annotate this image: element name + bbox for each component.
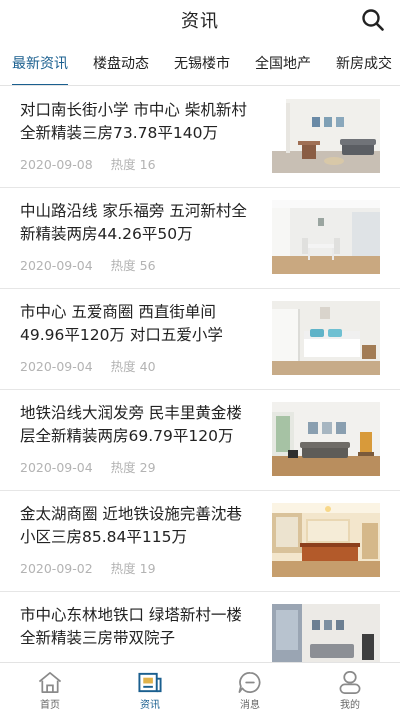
article-title: 地铁沿线大润发旁 民丰里黄金楼层全新精装两房69.79平120万 — [20, 404, 242, 445]
list-item[interactable]: 市中心 五爱商圈 西直街单间49.96平120万 对口五爱小学 2020-09-… — [0, 289, 400, 390]
tabbar-home[interactable]: 首页 — [0, 663, 100, 711]
page-title: 资讯 — [181, 11, 219, 32]
tab-national-realestate[interactable]: 全国地产 — [255, 42, 311, 85]
article-thumbnail — [272, 402, 380, 476]
heat-count: 56 — [139, 258, 156, 273]
profile-icon — [339, 671, 361, 694]
message-icon — [238, 672, 261, 693]
article-date: 2020-09-04 — [20, 460, 93, 475]
article-meta: 2020-09-02 热度 19 — [20, 558, 156, 577]
heat-label: 热度 — [110, 460, 136, 475]
article-meta: 2020-09-04 热度 40 — [20, 356, 156, 375]
tabbar-profile-label: 我的 — [340, 700, 360, 711]
heat-count: 40 — [139, 359, 156, 374]
article-thumbnail — [272, 301, 380, 375]
article-title: 中山路沿线 家乐福旁 五河新村全新精装两房44.26平50万 — [20, 202, 247, 243]
article-thumbnail — [272, 200, 380, 274]
tab-project-news[interactable]: 楼盘动态 — [93, 42, 149, 85]
article-thumbnail — [272, 99, 380, 173]
tabbar-news[interactable]: 资讯 — [100, 663, 200, 711]
bottom-tab-bar: 首页 资讯 消息 我的 — [0, 662, 400, 711]
tabbar-news-label: 资讯 — [140, 700, 160, 711]
heat-count: 29 — [139, 460, 156, 475]
tab-latest-news[interactable]: 最新资讯 — [12, 42, 68, 85]
article-thumbnail — [272, 503, 380, 577]
article-date: 2020-09-02 — [20, 561, 93, 576]
article-title: 金太湖商圈 近地铁设施完善沈巷小区三房85.84平115万 — [20, 505, 242, 546]
article-date: 2020-09-08 — [20, 157, 93, 172]
list-item[interactable]: 金太湖商圈 近地铁设施完善沈巷小区三房85.84平115万 2020-09-02… — [0, 491, 400, 592]
article-title: 市中心东林地铁口 绿塔新村一楼全新精装三房带双院子 — [20, 606, 242, 647]
category-tabs: 最新资讯 楼盘动态 无锡楼市 全国地产 新房成交 — [0, 42, 400, 86]
news-icon — [138, 672, 162, 693]
heat-label: 热度 — [110, 157, 136, 172]
search-button[interactable] — [360, 7, 386, 33]
article-date: 2020-09-04 — [20, 359, 93, 374]
article-title: 市中心 五爱商圈 西直街单间49.96平120万 对口五爱小学 — [20, 303, 223, 344]
heat-label: 热度 — [110, 258, 136, 273]
tabbar-profile[interactable]: 我的 — [300, 663, 400, 711]
tabbar-messages-label: 消息 — [240, 700, 260, 711]
heat-label: 热度 — [110, 359, 136, 374]
article-meta: 2020-09-04 热度 29 — [20, 457, 156, 476]
article-meta: 2020-09-04 热度 56 — [20, 255, 156, 274]
heat-count: 19 — [139, 561, 156, 576]
article-title: 对口南长街小学 市中心 柴机新村全新精装三房73.78平140万 — [20, 101, 247, 142]
heat-count: 16 — [139, 157, 156, 172]
list-item[interactable]: 地铁沿线大润发旁 民丰里黄金楼层全新精装两房69.79平120万 2020-09… — [0, 390, 400, 491]
tabbar-home-label: 首页 — [40, 700, 60, 711]
header-bar: 资讯 — [0, 0, 400, 40]
article-date: 2020-09-04 — [20, 258, 93, 273]
list-item[interactable]: 对口南长街小学 市中心 柴机新村全新精装三房73.78平140万 2020-09… — [0, 87, 400, 188]
tabbar-messages[interactable]: 消息 — [200, 663, 300, 711]
search-icon — [362, 9, 384, 31]
home-icon — [38, 672, 62, 693]
heat-label: 热度 — [110, 561, 136, 576]
article-meta: 2020-09-08 热度 16 — [20, 154, 156, 173]
tab-wuxi-market[interactable]: 无锡楼市 — [174, 42, 230, 85]
tab-new-home-deals[interactable]: 新房成交 — [336, 42, 392, 85]
article-list: 对口南长街小学 市中心 柴机新村全新精装三房73.78平140万 2020-09… — [0, 87, 400, 693]
list-item[interactable]: 中山路沿线 家乐福旁 五河新村全新精装两房44.26平50万 2020-09-0… — [0, 188, 400, 289]
